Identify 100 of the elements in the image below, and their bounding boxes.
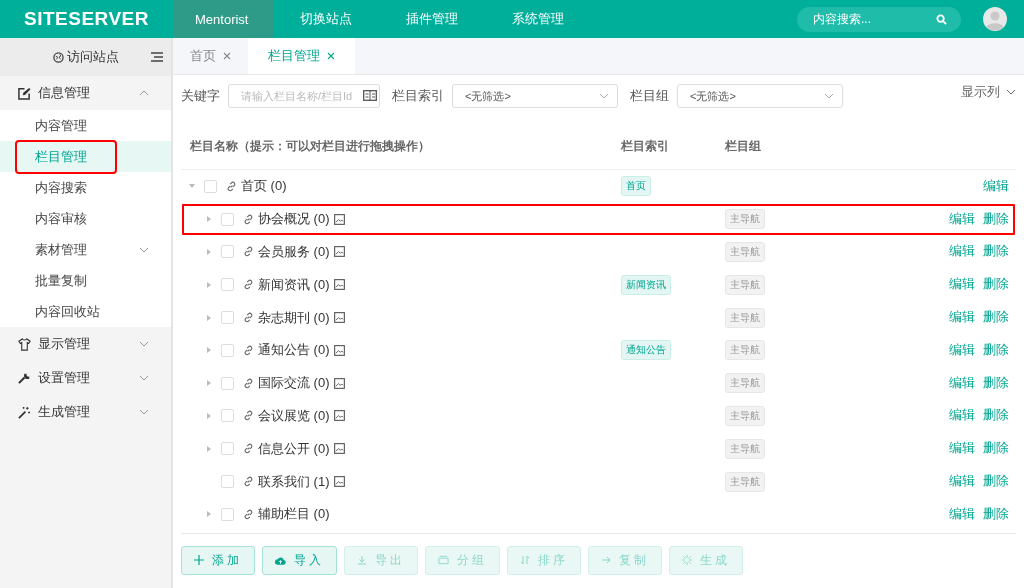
channel-name[interactable]: 会员服务 (0) [258, 243, 330, 261]
columns-menu[interactable]: 显示列 [961, 83, 1016, 101]
globe-icon [52, 51, 64, 63]
link-icon [243, 476, 254, 488]
action-link[interactable]: 删除 [983, 210, 1009, 228]
menu-item[interactable]: 栏目管理 [0, 141, 171, 172]
checkbox[interactable] [221, 409, 234, 423]
menu-group[interactable]: 信息管理 [0, 76, 171, 110]
action-link[interactable]: 编辑 [949, 374, 975, 392]
caret-icon[interactable] [206, 380, 212, 387]
action-link[interactable]: 编辑 [949, 407, 975, 425]
checkbox[interactable] [221, 311, 234, 325]
checkbox[interactable] [221, 245, 234, 259]
checkbox[interactable] [221, 343, 234, 357]
checkbox[interactable] [221, 442, 234, 456]
group-tag: 主导航 [725, 242, 765, 262]
caret-icon[interactable] [206, 412, 212, 419]
action-link[interactable]: 编辑 [949, 440, 975, 458]
checkbox[interactable] [221, 507, 234, 521]
toolbar-button[interactable]: 添加 [181, 545, 255, 575]
channel-name[interactable]: 首页 (0) [241, 177, 287, 196]
action-link[interactable]: 删除 [983, 276, 1009, 294]
action-link[interactable]: 编辑 [949, 341, 975, 359]
menu-group[interactable]: 显示管理 [0, 327, 171, 361]
menu-item[interactable]: 批量复制 [0, 265, 171, 296]
caret-icon[interactable] [206, 445, 212, 452]
menu-item[interactable]: 内容管理 [0, 110, 171, 141]
action-link[interactable]: 编辑 [949, 276, 975, 294]
tab[interactable]: 首页 [173, 38, 248, 74]
action-link[interactable]: 删除 [983, 243, 1009, 261]
action-link[interactable]: 删除 [983, 407, 1009, 425]
tab[interactable]: 栏目管理 [248, 38, 355, 74]
link-icon [243, 508, 254, 520]
index-tag: 首页 [621, 176, 651, 197]
checkbox[interactable] [204, 179, 217, 193]
keyword-field[interactable]: 请输入栏目名称/栏目Id [228, 84, 380, 108]
action-link[interactable]: 编辑 [949, 505, 975, 523]
search-field[interactable]: 内容搜索... [797, 6, 961, 32]
action-link[interactable]: 编辑 [949, 243, 975, 261]
caret-icon[interactable] [206, 249, 212, 255]
checkbox[interactable] [221, 376, 234, 390]
group-tag: 主导航 [725, 405, 765, 426]
close-icon[interactable] [223, 52, 231, 60]
channel-name[interactable]: 通知公告 (0) [258, 341, 330, 360]
caret-icon[interactable] [206, 511, 212, 518]
menu-item[interactable]: 内容审核 [0, 203, 171, 234]
action-link[interactable]: 删除 [983, 473, 1009, 491]
toolbar-button[interactable]: 导入 [262, 545, 337, 575]
close-icon[interactable] [327, 52, 335, 60]
nav-item[interactable]: 插件管理 [379, 0, 485, 38]
group-select[interactable]: <无筛选> [677, 84, 843, 108]
keyword-label: 关键字 [181, 87, 220, 105]
nav-item[interactable]: 切换站点 [273, 0, 379, 38]
action-link[interactable]: 删除 [983, 440, 1009, 458]
menu-group[interactable]: 设置管理 [0, 361, 171, 395]
group-tag: 主导航 [725, 373, 765, 394]
menu-group[interactable]: 生成管理 [0, 395, 171, 429]
channel-name[interactable]: 协会概况 (0) [258, 210, 330, 229]
link-icon [226, 180, 237, 192]
column-header: 栏目组 [725, 137, 762, 155]
avatar-icon[interactable] [983, 7, 1007, 31]
caret-icon[interactable] [206, 347, 212, 354]
menu-icon[interactable] [151, 52, 163, 62]
action-link[interactable]: 编辑 [949, 210, 975, 228]
action-link[interactable]: 删除 [983, 505, 1009, 523]
caret-icon[interactable] [206, 281, 212, 288]
channel-name[interactable]: 会议展览 (0) [258, 406, 330, 425]
channel-name[interactable]: 联系我们 (1) [258, 472, 330, 491]
checkbox[interactable] [221, 212, 234, 226]
channel-name[interactable]: 杂志期刊 (0) [258, 308, 330, 327]
channel-name[interactable]: 信息公开 (0) [258, 439, 330, 458]
group-label: 栏目组 [630, 87, 669, 105]
menu-item[interactable]: 内容回收站 [0, 296, 171, 327]
group-tag: 主导航 [725, 471, 765, 492]
action-link[interactable]: 编辑 [949, 473, 975, 491]
link-icon [243, 246, 254, 258]
channel-name[interactable]: 辅助栏目 (0) [258, 505, 330, 524]
visit-site-link[interactable]: 访问站点 [52, 48, 119, 66]
action-link[interactable]: 编辑 [949, 309, 975, 327]
menu-item[interactable]: 素材管理 [0, 234, 171, 265]
caret-icon[interactable] [206, 216, 212, 223]
nav-item[interactable]: Mentorist [173, 0, 273, 38]
column-header: 栏目索引 [621, 137, 670, 155]
chevron-icon [1006, 89, 1016, 95]
search-icon [936, 13, 947, 25]
checkbox[interactable] [221, 475, 234, 489]
link-icon [243, 344, 254, 356]
checkbox[interactable] [221, 278, 234, 292]
index-select[interactable]: <无筛选> [452, 84, 618, 108]
caret-icon[interactable] [206, 314, 212, 321]
channel-name[interactable]: 新闻资讯 (0) [258, 275, 330, 294]
caret-icon[interactable] [189, 183, 195, 190]
menu-item[interactable]: 内容搜索 [0, 172, 171, 203]
action-link[interactable]: 删除 [983, 309, 1009, 327]
action-link[interactable]: 删除 [983, 374, 1009, 392]
nav-item[interactable]: 系统管理 [485, 0, 591, 38]
group-tag: 主导航 [725, 274, 765, 295]
channel-name[interactable]: 国际交流 (0) [258, 374, 330, 393]
action-link[interactable]: 编辑 [983, 177, 1009, 195]
action-link[interactable]: 删除 [983, 341, 1009, 359]
